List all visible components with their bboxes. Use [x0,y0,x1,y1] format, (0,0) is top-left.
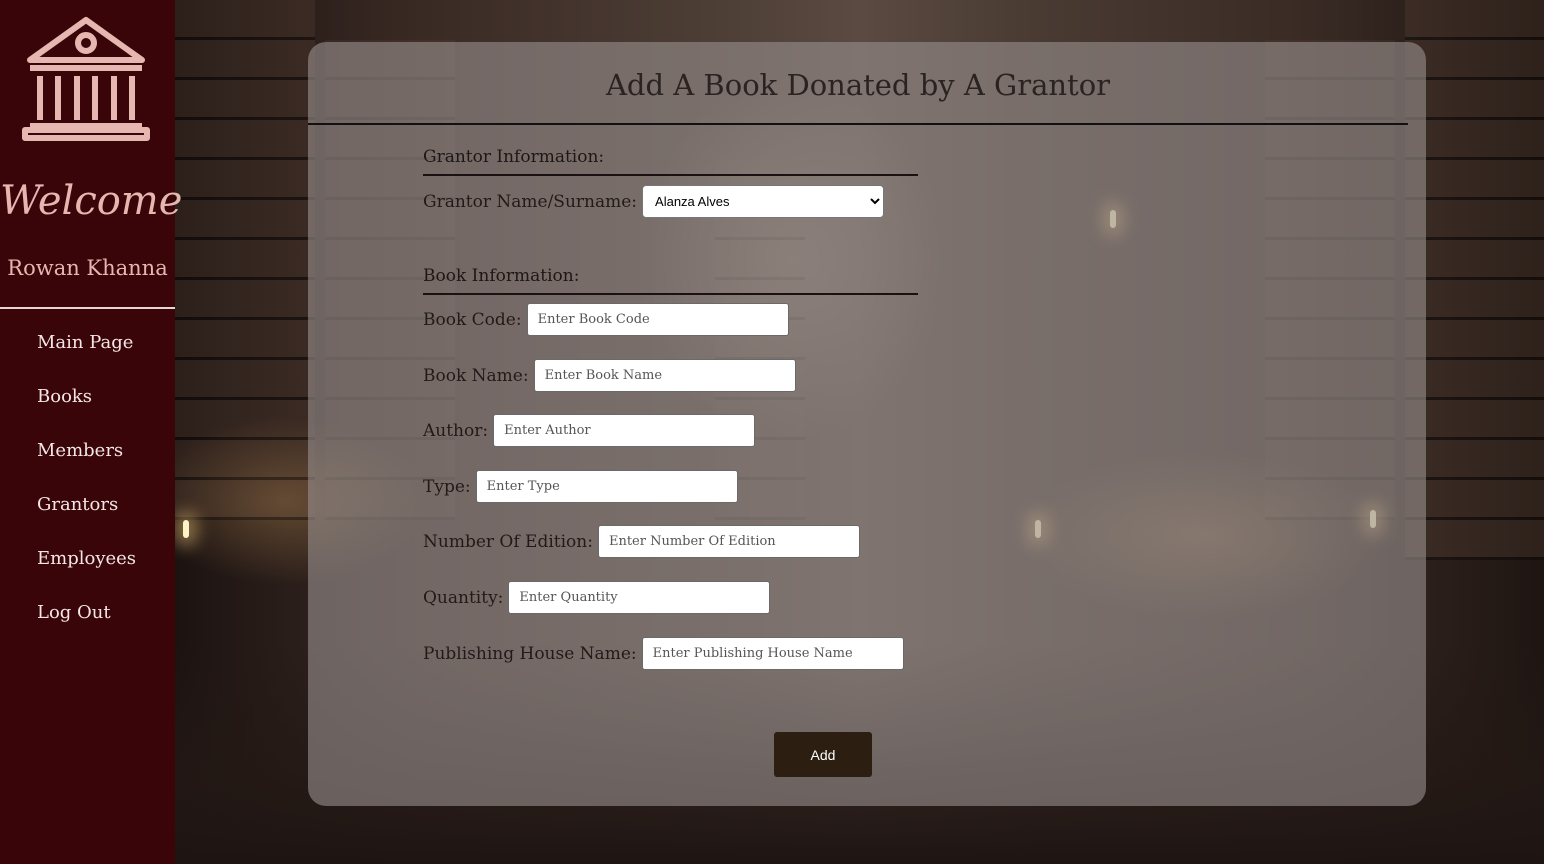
title-divider [308,123,1408,125]
publishing-house-row: Publishing House Name: [423,637,904,670]
grantor-section-heading: Grantor Information: [423,147,605,167]
quantity-row: Quantity: [423,581,771,614]
nav-books[interactable]: Books [37,384,136,438]
sidebar-nav: Main Page Books Members Grantors Employe… [37,330,136,654]
add-book-form-panel: Add A Book Donated by A Grantor Grantor … [308,42,1426,806]
grantor-name-select[interactable]: Alanza Alves [642,185,885,218]
page-title: Add A Book Donated by A Grantor [605,68,1111,102]
book-code-row: Book Code: [423,303,789,336]
edition-row: Number Of Edition: [423,525,860,558]
author-row: Author: [423,414,756,447]
author-input[interactable] [493,414,756,447]
nav-main-page[interactable]: Main Page [37,330,136,384]
grantor-name-label: Grantor Name/Surname: [423,191,638,212]
publishing-house-input[interactable] [641,637,904,670]
author-label: Author: [423,420,489,441]
user-name: Rowan Khanna [7,256,168,280]
book-name-input[interactable] [533,359,796,392]
book-code-label: Book Code: [423,309,522,330]
library-building-icon [22,17,150,141]
nav-grantors[interactable]: Grantors [37,492,136,546]
sidebar-divider [0,307,175,309]
book-name-label: Book Name: [423,365,529,386]
welcome-heading: Welcome [0,178,183,224]
quantity-input[interactable] [508,581,771,614]
nav-employees[interactable]: Employees [37,546,136,600]
type-row: Type: [423,470,738,503]
quantity-label: Quantity: [423,587,504,608]
grantor-name-row: Grantor Name/Surname: Alanza Alves [423,185,885,218]
grantor-section-divider [423,174,918,176]
nav-members[interactable]: Members [37,438,136,492]
edition-input[interactable] [597,525,860,558]
book-name-row: Book Name: [423,359,796,392]
edition-label: Number Of Edition: [423,531,593,552]
book-section-divider [423,293,918,295]
publishing-house-label: Publishing House Name: [423,643,637,664]
sidebar: Welcome Rowan Khanna Main Page Books Mem… [0,0,183,864]
type-input[interactable] [475,470,738,503]
book-section-heading: Book Information: [423,266,580,286]
add-button[interactable]: Add [774,732,872,777]
type-label: Type: [423,476,471,497]
nav-log-out[interactable]: Log Out [37,600,136,654]
book-code-input[interactable] [526,303,789,336]
